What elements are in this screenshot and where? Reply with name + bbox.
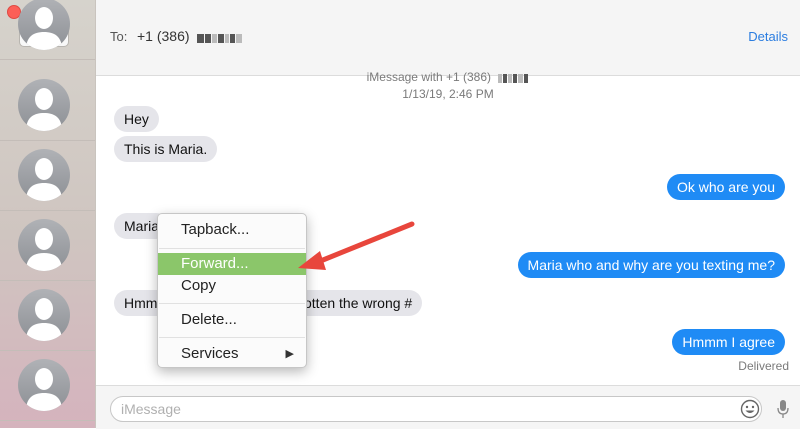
menu-separator bbox=[159, 303, 305, 304]
menu-item-label: Delete... bbox=[181, 311, 237, 328]
message-bubble-incoming-tail[interactable]: otten the wrong # bbox=[300, 290, 423, 316]
conversation-list-item[interactable] bbox=[0, 210, 95, 281]
conversation-list-item[interactable] bbox=[0, 350, 95, 421]
avatar bbox=[18, 149, 70, 201]
conversation-timestamp: 1/13/19, 2:46 PM bbox=[402, 86, 494, 101]
menu-item-delete[interactable]: Delete... bbox=[158, 309, 306, 331]
recipient-field[interactable]: +1 (386) bbox=[137, 28, 243, 45]
microphone-button[interactable] bbox=[776, 399, 790, 424]
menu-item-label: Forward... bbox=[181, 255, 249, 272]
message-bubble-incoming[interactable]: This is Maria. bbox=[114, 136, 218, 162]
conversation-list-item[interactable] bbox=[0, 140, 95, 211]
conversation-header: To: +1 (386) Details bbox=[96, 0, 800, 76]
redacted-digits bbox=[197, 29, 243, 45]
message-input[interactable] bbox=[110, 396, 762, 422]
conversation-list-item[interactable] bbox=[0, 0, 95, 60]
redacted-digits bbox=[498, 70, 529, 86]
menu-item-copy[interactable]: Copy bbox=[158, 275, 306, 297]
message-input-bar bbox=[96, 385, 800, 429]
person-silhouette-icon bbox=[26, 88, 62, 131]
message-bubble-incoming[interactable]: Hey bbox=[114, 106, 159, 132]
menu-item-services[interactable]: Services ▶ bbox=[158, 343, 306, 365]
menu-separator bbox=[159, 248, 305, 249]
menu-item-label: Tapback... bbox=[181, 221, 250, 238]
person-silhouette-icon bbox=[26, 7, 62, 50]
conversation-list-item[interactable] bbox=[0, 70, 95, 141]
recipient-number: +1 (386) bbox=[137, 28, 190, 44]
avatar bbox=[18, 289, 70, 341]
emoji-icon bbox=[740, 399, 760, 419]
to-label: To: bbox=[110, 29, 128, 44]
avatar bbox=[18, 0, 70, 50]
menu-item-tapback[interactable]: Tapback... bbox=[158, 219, 306, 241]
avatar bbox=[18, 219, 70, 271]
submenu-arrow-icon: ▶ bbox=[285, 348, 294, 360]
service-info: iMessage with +1 (386) bbox=[366, 70, 492, 84]
menu-item-label: Copy bbox=[181, 277, 217, 294]
menu-item-label: Services bbox=[181, 345, 239, 362]
person-silhouette-icon bbox=[26, 228, 62, 271]
emoji-button[interactable] bbox=[740, 399, 760, 424]
person-silhouette-icon bbox=[26, 158, 62, 201]
message-bubble-outgoing[interactable]: Maria who and why are you texting me? bbox=[517, 252, 785, 278]
conversation-list-item[interactable] bbox=[0, 280, 95, 351]
message-context-menu: Tapback... Forward... Copy Delete... Ser… bbox=[157, 213, 307, 368]
person-silhouette-icon bbox=[26, 298, 62, 341]
menu-separator bbox=[159, 337, 305, 338]
microphone-icon bbox=[777, 400, 789, 418]
person-silhouette-icon bbox=[26, 368, 62, 411]
message-bubble-outgoing[interactable]: Hmmm I agree bbox=[672, 329, 785, 355]
conversation-info: iMessage with +1 (386) 1/13/19, 2:46 PM bbox=[96, 69, 800, 102]
delivered-status: Delivered bbox=[738, 359, 789, 373]
conversation-sidebar bbox=[0, 0, 96, 428]
avatar bbox=[18, 79, 70, 131]
message-bubble-outgoing[interactable]: Ok who are you bbox=[666, 174, 785, 200]
annotation-arrow-icon bbox=[298, 221, 415, 270]
details-button[interactable]: Details bbox=[748, 29, 788, 44]
avatar bbox=[18, 359, 70, 411]
menu-item-forward[interactable]: Forward... bbox=[158, 253, 306, 275]
